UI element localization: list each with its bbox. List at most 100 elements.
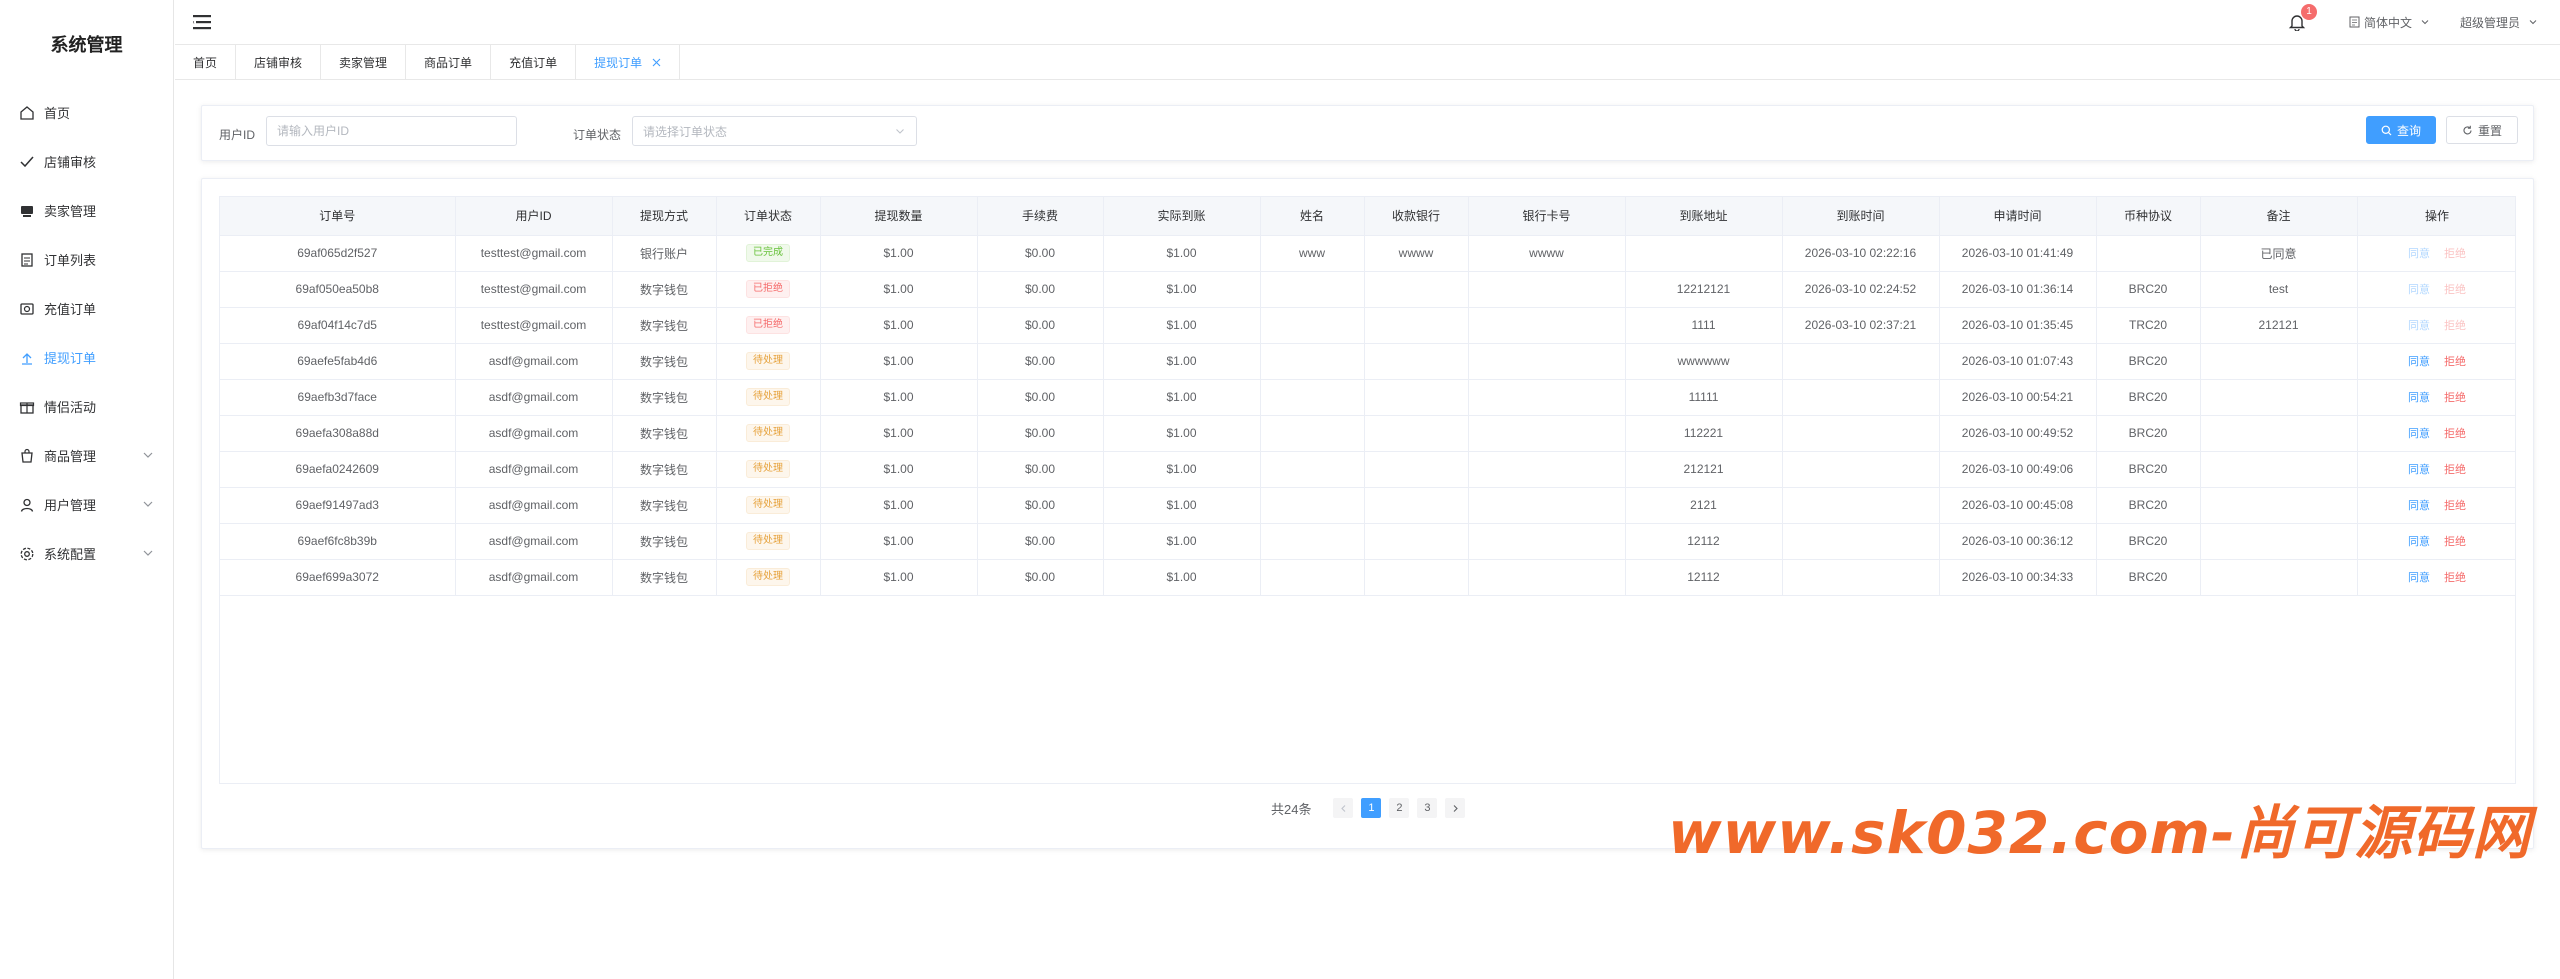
menu-toggle-icon[interactable] xyxy=(191,11,213,33)
reject-button[interactable]: 拒绝 xyxy=(2444,392,2466,404)
home-icon xyxy=(18,104,36,122)
column-header: 到账时间 xyxy=(1782,197,1940,236)
tab-product-orders[interactable]: 商品订单 xyxy=(406,45,492,80)
cell-remark: 已同意 xyxy=(2200,235,2358,272)
agree-button[interactable]: 同意 xyxy=(2408,572,2430,584)
language-selector[interactable]: 简体中文 xyxy=(2349,14,2430,31)
chevron-down-icon xyxy=(141,497,155,511)
column-header: 订单号 xyxy=(220,197,456,236)
cell-fee: $0.00 xyxy=(977,343,1104,380)
sidebar-item-orders[interactable]: 订单列表 xyxy=(0,235,173,284)
table-row: 69aef699a3072 asdf@gmail.com 数字钱包 待处理 $1.00 $… xyxy=(220,559,2515,596)
reject-button[interactable]: 拒绝 xyxy=(2444,464,2466,476)
tab-recharge-orders[interactable]: 充值订单 xyxy=(491,45,577,80)
tab-label: 充值订单 xyxy=(509,56,558,70)
cell-amount: $1.00 xyxy=(820,415,978,452)
search-icon xyxy=(2381,125,2392,136)
sidebar-item-home[interactable]: 首页 xyxy=(0,88,173,137)
sidebar-item-withdraw[interactable]: 提现订单 xyxy=(0,333,173,382)
cell-card: wwww xyxy=(1468,235,1626,272)
status-select[interactable]: 请选择订单状态 xyxy=(632,116,917,146)
agree-button[interactable]: 同意 xyxy=(2408,500,2430,512)
agree-button[interactable]: 同意 xyxy=(2408,536,2430,548)
table-header-row: 订单号 用户ID 提现方式 订单状态 提现数量 手续费 实际到账 姓名 收款银行 银行卡号 到账地址… xyxy=(220,197,2515,236)
cell-address xyxy=(1625,235,1783,272)
pagination-page-3[interactable]: 3 xyxy=(1417,798,1438,818)
cell-amount: $1.00 xyxy=(820,343,978,380)
cell-fee: $0.00 xyxy=(977,559,1104,596)
cell-method: 数字钱包 xyxy=(612,451,717,488)
cell-name xyxy=(1260,379,1365,416)
cell-card xyxy=(1468,307,1626,344)
cell-user: asdf@gmail.com xyxy=(455,343,613,380)
cell-card xyxy=(1468,451,1626,488)
cell-arrive-time: 2026-03-10 02:24:52 xyxy=(1782,271,1940,308)
reject-button[interactable]: 拒绝 xyxy=(2444,572,2466,584)
column-header: 收款银行 xyxy=(1364,197,1469,236)
status-badge: 待处理 xyxy=(746,496,790,514)
column-header: 手续费 xyxy=(977,197,1104,236)
cell-status: 待处理 xyxy=(716,343,821,380)
cell-user: testtest@gmail.com xyxy=(455,307,613,344)
sidebar-item-seller[interactable]: 卖家管理 xyxy=(0,186,173,235)
pagination-page-2[interactable]: 2 xyxy=(1389,798,1410,818)
column-header: 姓名 xyxy=(1260,197,1365,236)
sidebar-item-shop-review[interactable]: 店铺审核 xyxy=(0,137,173,186)
cell-apply-time: 2026-03-10 00:34:33 xyxy=(1939,559,2097,596)
query-button-label: 查询 xyxy=(2396,123,2421,138)
cell-operations: 同意 拒绝 xyxy=(2357,559,2515,596)
reject-button: 拒绝 xyxy=(2444,284,2466,296)
cell-user: asdf@gmail.com xyxy=(455,451,613,488)
seller-icon xyxy=(18,202,36,220)
cell-address: 12112 xyxy=(1625,559,1783,596)
cell-remark xyxy=(2200,523,2358,560)
cell-protocol: BRC20 xyxy=(2096,487,2201,524)
column-header: 提现数量 xyxy=(820,197,978,236)
sidebar-item-users[interactable]: 用户管理 xyxy=(0,480,173,529)
agree-button[interactable]: 同意 xyxy=(2408,392,2430,404)
cell-actual: $1.00 xyxy=(1103,487,1261,524)
tab-withdraw-orders[interactable]: 提现订单 xyxy=(576,45,681,80)
agree-button[interactable]: 同意 xyxy=(2408,356,2430,368)
close-icon[interactable] xyxy=(652,58,661,67)
tab-shop-review[interactable]: 店铺审核 xyxy=(236,45,322,80)
cell-address: 112221 xyxy=(1625,415,1783,452)
cell-remark xyxy=(2200,343,2358,380)
sidebar-item-recharge[interactable]: 充值订单 xyxy=(0,284,173,333)
notification-button[interactable]: 1 xyxy=(2285,4,2317,34)
cell-order: 69aef699a3072 xyxy=(220,559,456,596)
sidebar-item-couple-activity[interactable]: 情侣活动 xyxy=(0,382,173,431)
reject-button[interactable]: 拒绝 xyxy=(2444,428,2466,440)
tab-home[interactable]: 首页 xyxy=(175,45,237,80)
pagination-page-1[interactable]: 1 xyxy=(1361,798,1382,818)
table-card: 订单号 用户ID 提现方式 订单状态 提现数量 手续费 实际到账 姓名 收款银行 银行卡号 到账地址… xyxy=(201,178,2534,849)
user-menu[interactable]: 超级管理员 xyxy=(2460,14,2538,31)
reject-button[interactable]: 拒绝 xyxy=(2444,536,2466,548)
sidebar-item-system-config[interactable]: 系统配置 xyxy=(0,529,173,578)
table-row: 69aefe5fab4d6 asdf@gmail.com 数字钱包 待处理 $1.00 $… xyxy=(220,343,2515,380)
pagination-next[interactable] xyxy=(1445,798,1466,818)
upload-icon xyxy=(18,349,36,367)
status-badge: 已完成 xyxy=(746,244,790,262)
table-row: 69aefa308a88d asdf@gmail.com 数字钱包 待处理 $1.00 $… xyxy=(220,415,2515,452)
tab-seller[interactable]: 卖家管理 xyxy=(321,45,407,80)
cell-card xyxy=(1468,415,1626,452)
cell-fee: $0.00 xyxy=(977,307,1104,344)
cell-amount: $1.00 xyxy=(820,451,978,488)
agree-button[interactable]: 同意 xyxy=(2408,428,2430,440)
user-id-input[interactable] xyxy=(266,116,517,146)
chevron-down-icon xyxy=(2528,17,2538,27)
cell-user: testtest@gmail.com xyxy=(455,235,613,272)
reset-button[interactable]: 重置 xyxy=(2446,116,2518,144)
sidebar-item-products[interactable]: 商品管理 xyxy=(0,431,173,480)
agree-button[interactable]: 同意 xyxy=(2408,464,2430,476)
reject-button[interactable]: 拒绝 xyxy=(2444,356,2466,368)
cell-card xyxy=(1468,523,1626,560)
cell-method: 数字钱包 xyxy=(612,271,717,308)
pagination-prev[interactable] xyxy=(1333,798,1354,818)
tab-label: 商品订单 xyxy=(424,56,473,70)
reject-button[interactable]: 拒绝 xyxy=(2444,500,2466,512)
column-header: 申请时间 xyxy=(1939,197,2097,236)
cell-protocol: BRC20 xyxy=(2096,559,2201,596)
query-button[interactable]: 查询 xyxy=(2366,116,2436,144)
